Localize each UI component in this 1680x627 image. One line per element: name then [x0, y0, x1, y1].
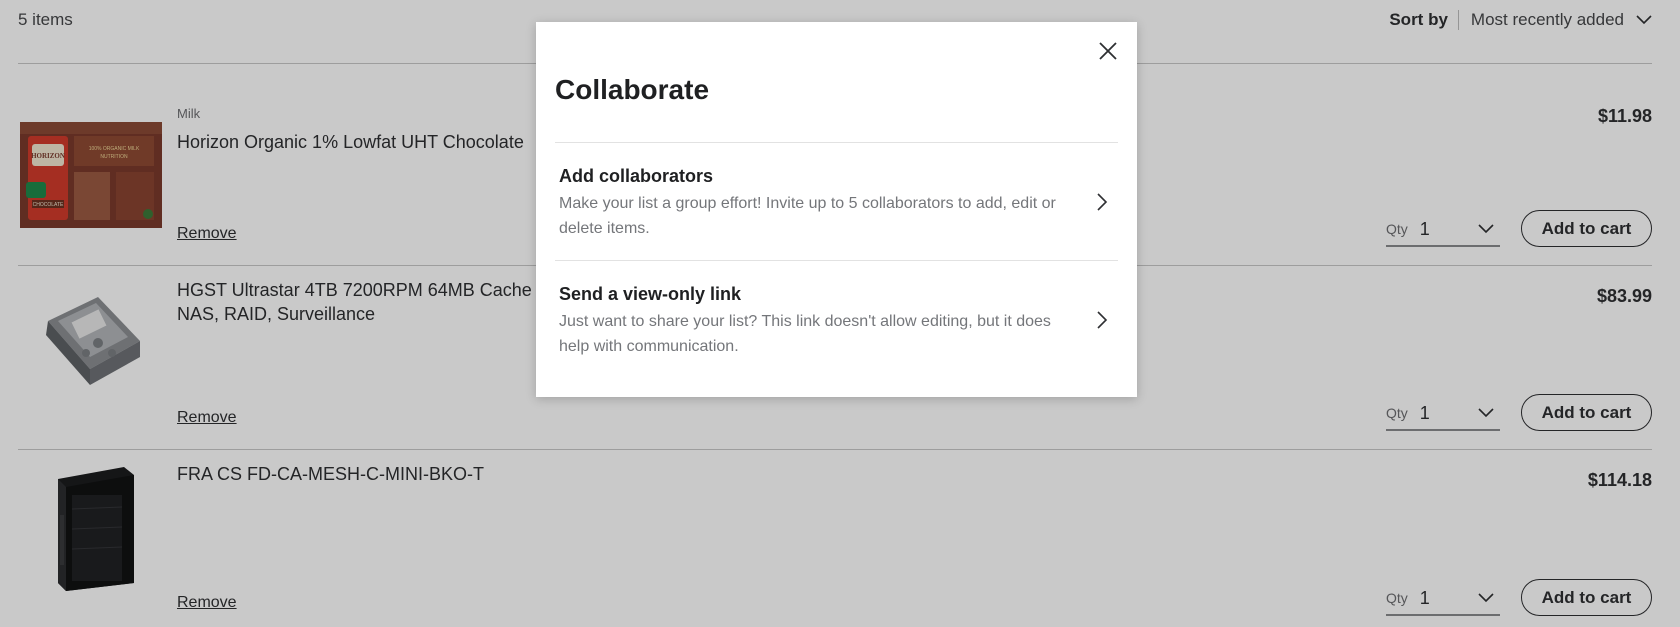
chevron-right-icon [1097, 311, 1108, 329]
option-title: Send a view-only link [559, 284, 742, 304]
view-only-link-option[interactable]: Send a view-only link Just want to share… [555, 260, 1118, 378]
option-description: Make your list a group effort! Invite up… [559, 195, 1056, 237]
dialog-title: Collaborate [555, 74, 710, 105]
close-icon[interactable] [1097, 40, 1119, 62]
chevron-right-icon [1097, 193, 1108, 211]
collaborate-dialog: Collaborate Add collaborators Make your … [536, 22, 1137, 397]
option-description: Just want to share your list? This link … [559, 313, 1051, 355]
add-collaborators-option[interactable]: Add collaborators Make your list a group… [555, 142, 1118, 260]
option-title: Add collaborators [559, 166, 714, 186]
